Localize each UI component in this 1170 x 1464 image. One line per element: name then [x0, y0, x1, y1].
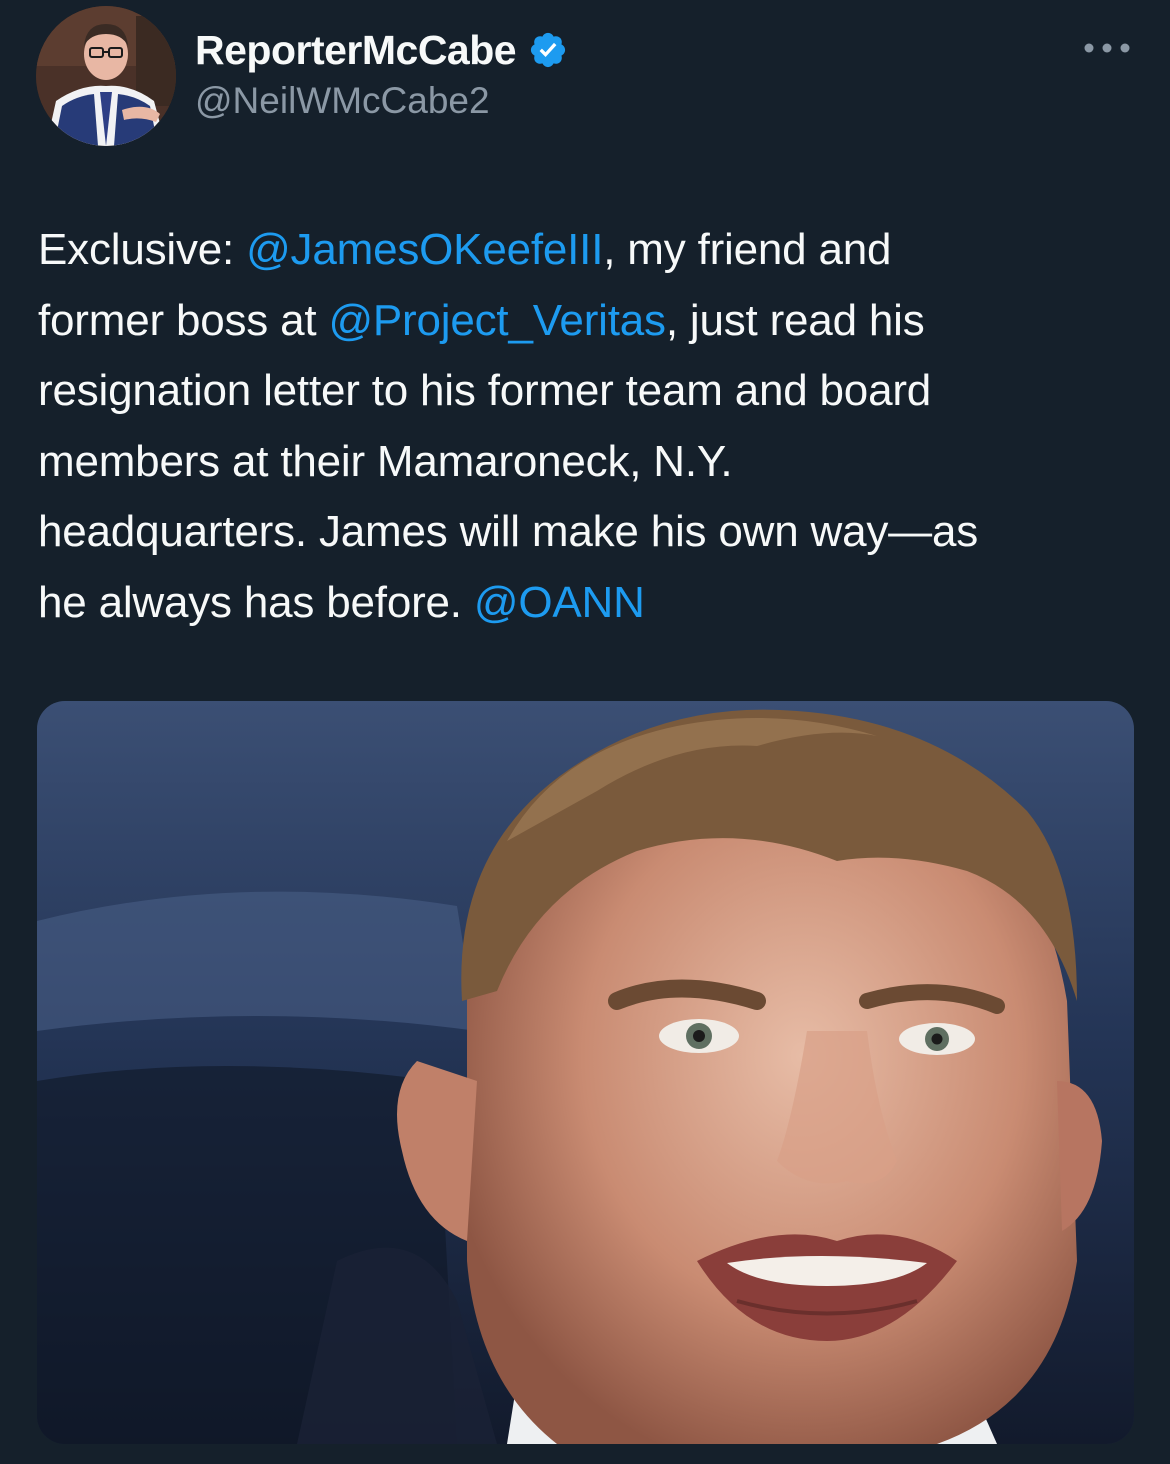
- tweet-text-segment: , my friend and: [603, 225, 892, 274]
- tweet-text-line: resignation letter to his former team an…: [38, 356, 1138, 427]
- tweet-text: Exclusive: @JamesOKeefeIII, my friend an…: [38, 215, 1138, 638]
- tweet-text-line: headquarters. James will make his own wa…: [38, 497, 1138, 568]
- tweet-text-segment: Exclusive:: [38, 225, 247, 274]
- tweet-text-segment: , just read his: [665, 295, 925, 345]
- avatar-image: [36, 6, 176, 146]
- tweet-text-line: he always has before. @OANN: [38, 568, 1138, 639]
- tweet-text-segment: former boss at: [38, 295, 329, 345]
- author-avatar[interactable]: [36, 6, 176, 146]
- author-display-name[interactable]: ReporterMcCabe: [195, 27, 517, 74]
- tweet-text-line: Exclusive: @JamesOKeefeIII, my friend an…: [38, 215, 1138, 286]
- tweet-text-line: members at their Mamaroneck, N.Y.: [38, 427, 1138, 498]
- author-handle[interactable]: @NeilWMcCabe2: [195, 80, 490, 122]
- mention-link[interactable]: @OANN: [474, 578, 645, 627]
- mention-link[interactable]: @JamesOKeefeIII: [246, 225, 603, 274]
- more-horizontal-icon: [1084, 43, 1130, 53]
- tweet-text-segment: he always has before.: [38, 577, 474, 627]
- tweet-text-segment: headquarters. James will make his own wa…: [38, 507, 979, 556]
- mention-link[interactable]: @Project_Veritas: [328, 296, 666, 345]
- more-options-button[interactable]: [1072, 30, 1142, 66]
- tweet-text-line: former boss at @Project_Veritas, just re…: [38, 286, 1138, 357]
- photo-image: [37, 701, 1134, 1444]
- tweet-card: ReporterMcCabe @NeilWMcCabe2 Exclusive: …: [0, 0, 1170, 1464]
- verified-badge-icon[interactable]: [528, 30, 568, 70]
- tweet-photo[interactable]: [37, 701, 1134, 1444]
- author-name-row: ReporterMcCabe: [195, 22, 568, 78]
- tweet-text-segment: members at their Mamaroneck, N.Y.: [38, 436, 733, 486]
- tweet-text-segment: resignation letter to his former team an…: [38, 366, 932, 415]
